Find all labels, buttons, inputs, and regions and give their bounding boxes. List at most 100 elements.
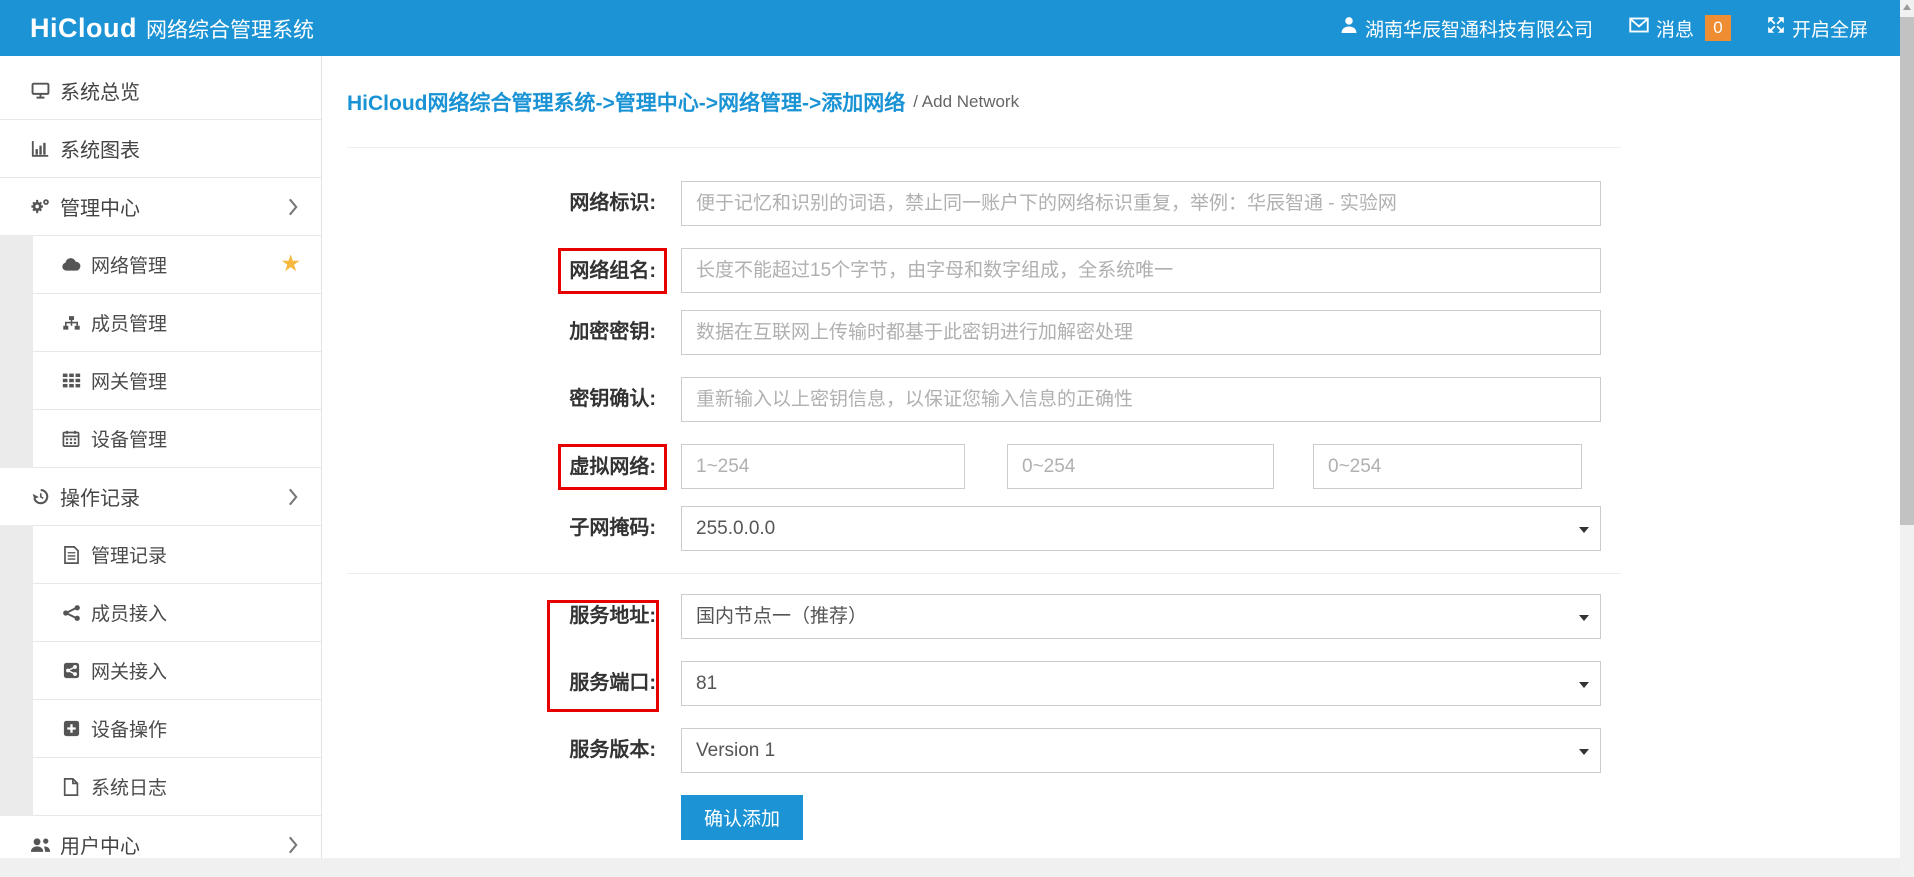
messages-button[interactable]: 消息 0	[1629, 15, 1731, 42]
star-icon: ★	[280, 250, 301, 277]
breadcrumb: HiCloud网络综合管理系统->管理中心->网络管理->添加网络 / Add …	[347, 56, 1621, 148]
network-label-label: 网络标识:	[347, 181, 681, 226]
messages-label: 消息	[1656, 15, 1694, 42]
sidebar-item-member-access[interactable]: 成员接入	[0, 584, 321, 642]
desktop-icon	[27, 82, 53, 99]
breadcrumb-suffix: / Add Network	[913, 92, 1019, 112]
sidebar: 系统总览 系统图表 管理中心 网络管理 ★ 成员管理 网关管理	[0, 56, 322, 858]
sidebar-item-member-management[interactable]: 成员管理	[0, 294, 321, 352]
grid-icon	[58, 373, 84, 388]
subnet-mask-select[interactable]: 255.0.0.0	[681, 506, 1601, 551]
network-group-name-label: 网络组名:	[569, 260, 656, 282]
virtual-network-octet3-input[interactable]	[1313, 444, 1582, 489]
form-row-virtual-network: 虚拟网络:	[347, 444, 1621, 490]
virtual-network-label: 虚拟网络:	[569, 456, 656, 478]
form-row-service-version: 服务版本: Version 1	[347, 728, 1621, 773]
chart-icon	[27, 140, 53, 157]
service-version-value: Version 1	[696, 740, 775, 761]
sidebar-item-gateway-management[interactable]: 网关管理	[0, 352, 321, 410]
service-address-value: 国内节点一（推荐）	[696, 606, 867, 627]
main-content: HiCloud网络综合管理系统->管理中心->网络管理->添加网络 / Add …	[323, 56, 1900, 858]
sidebar-item-system-charts[interactable]: 系统图表	[0, 120, 321, 178]
fullscreen-icon	[1767, 16, 1785, 40]
network-group-name-input[interactable]	[681, 248, 1601, 293]
sidebar-item-label: 网关接入	[91, 657, 167, 684]
vertical-scrollbar[interactable]	[1900, 0, 1914, 877]
cloud-icon	[58, 257, 84, 272]
service-address-label: 服务地址:	[347, 594, 681, 639]
calendar-icon	[58, 430, 84, 447]
gears-icon	[27, 198, 53, 215]
envelope-icon	[1629, 17, 1649, 39]
caret-down-icon	[1579, 682, 1589, 688]
sidebar-item-label: 设备操作	[91, 715, 167, 742]
sidebar-item-system-overview[interactable]: 系统总览	[0, 62, 321, 120]
service-address-select[interactable]: 国内节点一（推荐）	[681, 594, 1601, 639]
form-row-network-group-name: 网络组名:	[347, 248, 1621, 294]
service-port-value: 81	[696, 673, 717, 694]
sidebar-item-label: 网络管理	[91, 251, 167, 278]
scrollbar-thumb[interactable]	[1900, 17, 1914, 525]
share-icon	[58, 605, 84, 621]
service-section: 服务地址: 国内节点一（推荐） 服务端口: 81	[347, 594, 1621, 706]
company-account[interactable]: 湖南华辰智通科技有限公司	[1340, 15, 1593, 42]
subnet-mask-label: 子网掩码:	[347, 506, 681, 551]
chevron-right-icon	[287, 836, 299, 860]
history-icon	[27, 488, 53, 505]
highlight-box-virtual-network: 虚拟网络:	[558, 444, 667, 490]
chevron-right-icon	[287, 488, 299, 512]
sidebar-item-label: 设备管理	[91, 425, 167, 452]
encryption-key-input[interactable]	[681, 310, 1601, 355]
virtual-network-octet2-input[interactable]	[1007, 444, 1274, 489]
virtual-network-octet1-input[interactable]	[681, 444, 965, 489]
plus-square-icon	[58, 720, 84, 737]
sidebar-item-system-logs[interactable]: 系统日志	[0, 758, 321, 816]
scrollbar-up-arrow-icon[interactable]	[1903, 4, 1911, 10]
sidebar-item-network-management[interactable]: 网络管理 ★	[0, 236, 321, 294]
service-port-select[interactable]: 81	[681, 661, 1601, 706]
company-name: 湖南华辰智通科技有限公司	[1365, 15, 1593, 42]
sidebar-item-operation-records[interactable]: 操作记录	[0, 468, 321, 526]
sidebar-item-label: 用户中心	[60, 830, 140, 859]
add-network-form: 网络标识: 网络组名: 加密密钥: 密钥确认:	[347, 148, 1621, 840]
sidebar-item-device-operation[interactable]: 设备操作	[0, 700, 321, 758]
file-text-icon	[58, 546, 84, 564]
sidebar-item-label: 系统日志	[91, 773, 167, 800]
network-label-input[interactable]	[681, 181, 1601, 226]
share-square-icon	[58, 662, 84, 679]
service-version-select[interactable]: Version 1	[681, 728, 1601, 773]
logo-primary: HiCloud	[30, 13, 137, 44]
service-version-label: 服务版本:	[347, 728, 681, 773]
form-row-service-address: 服务地址: 国内节点一（推荐）	[347, 594, 1621, 639]
bottom-strip	[0, 858, 1914, 877]
sidebar-item-device-management[interactable]: 设备管理	[0, 410, 321, 468]
user-icon	[1340, 16, 1358, 40]
sidebar-item-management-center[interactable]: 管理中心	[0, 178, 321, 236]
sidebar-item-label: 管理记录	[91, 541, 167, 568]
highlight-box-group-name: 网络组名:	[558, 248, 667, 294]
key-confirm-input[interactable]	[681, 377, 1601, 422]
encryption-key-label: 加密密钥:	[347, 310, 681, 355]
messages-count-badge: 0	[1705, 15, 1731, 41]
sidebar-item-label: 网关管理	[91, 367, 167, 394]
breadcrumb-path: HiCloud网络综合管理系统->管理中心->网络管理->添加网络	[347, 87, 905, 117]
sidebar-item-label: 管理中心	[60, 192, 140, 221]
form-row-service-port: 服务端口: 81	[347, 661, 1621, 706]
form-row-encryption-key: 加密密钥:	[347, 310, 1621, 355]
file-icon	[58, 778, 84, 796]
sidebar-item-label: 成员管理	[91, 309, 167, 336]
caret-down-icon	[1579, 527, 1589, 533]
sidebar-item-gateway-access[interactable]: 网关接入	[0, 642, 321, 700]
form-row-key-confirm: 密钥确认:	[347, 377, 1621, 422]
confirm-add-button[interactable]: 确认添加	[681, 795, 803, 840]
sidebar-item-label: 成员接入	[91, 599, 167, 626]
form-row-subnet-mask: 子网掩码: 255.0.0.0	[347, 506, 1621, 551]
fullscreen-button[interactable]: 开启全屏	[1767, 15, 1868, 42]
top-bar: HiCloud 网络综合管理系统 湖南华辰智通科技有限公司 消息 0 开启全屏	[0, 0, 1914, 56]
caret-down-icon	[1579, 615, 1589, 621]
sidebar-item-label: 系统总览	[60, 76, 140, 105]
chevron-right-icon	[287, 198, 299, 222]
sidebar-item-label: 操作记录	[60, 482, 140, 511]
sitemap-icon	[58, 315, 84, 331]
sidebar-item-management-records[interactable]: 管理记录	[0, 526, 321, 584]
